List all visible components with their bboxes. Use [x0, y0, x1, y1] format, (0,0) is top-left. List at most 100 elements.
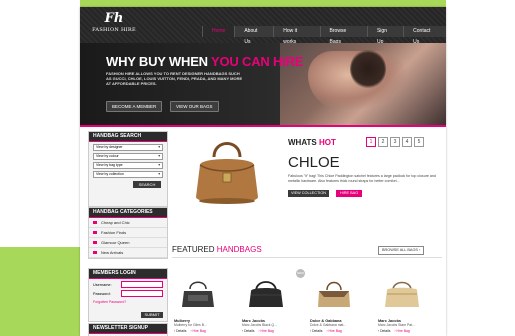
- handbag-categories-box: HANDBAG CATEGORIES Cheap and Chic Fashio…: [88, 207, 168, 259]
- handbag-categories-heading: HANDBAG CATEGORIES: [89, 208, 167, 218]
- product-card: Marc Jacobs Marc Jacobs Black Q... › Det…: [242, 277, 294, 333]
- nav-browse-bags[interactable]: Browse Bags: [319, 26, 367, 45]
- product-subtitle: Dolce & Gabbana mat...: [310, 323, 347, 328]
- product-details-link[interactable]: Details: [312, 329, 322, 333]
- product-hire-label: Hire Bag: [328, 329, 342, 334]
- featured-bag-description: Fabulous "it" bag! This Chloe Paddington…: [288, 174, 436, 183]
- forgot-password-link[interactable]: Forgotten Password?: [93, 300, 167, 304]
- chevron-down-icon: ▼: [157, 154, 161, 158]
- nav-about-us[interactable]: About Us: [234, 26, 274, 45]
- dolce-gabbana-bag-image[interactable]: [314, 277, 354, 311]
- frame-green-left: [0, 247, 80, 336]
- submit-button[interactable]: SUBMIT: [141, 312, 163, 318]
- logo-mark: Fh: [104, 11, 124, 26]
- username-label: Username:: [93, 282, 112, 287]
- model-hair: [350, 49, 386, 89]
- collection-select[interactable]: View by collection ▼: [93, 171, 163, 178]
- mulberry-bag-image[interactable]: [178, 277, 218, 311]
- whats-hot-label-part1: WHATS: [288, 138, 319, 147]
- product-links: › Details › Hire Bag: [310, 329, 342, 334]
- nav-home[interactable]: Home: [202, 26, 235, 37]
- nav-contact-us[interactable]: Contact Us: [403, 26, 446, 45]
- chloe-bag-image[interactable]: [192, 135, 262, 210]
- page-4-button[interactable]: 4: [402, 137, 412, 147]
- featured-bag-title: CHLOE: [288, 154, 340, 171]
- bag-type-select[interactable]: View by bag type ▼: [93, 162, 163, 169]
- nav-sign-up[interactable]: Sign Up: [366, 26, 404, 45]
- product-hire-link[interactable]: › Hire Bag: [326, 329, 341, 333]
- handbag-search-heading: HANDBAG SEARCH: [89, 132, 167, 142]
- hero-title-part1: WHY BUY WHEN: [106, 54, 212, 69]
- members-login-box: MEMBERS LOGIN Username: Password: Forgot…: [88, 268, 168, 322]
- colour-select-value: View by colour: [96, 154, 119, 158]
- marc-jacobs-bag-image[interactable]: [246, 277, 286, 311]
- nav-how-it-works[interactable]: How it works: [273, 26, 320, 45]
- product-hire-link[interactable]: › Hire Bag: [394, 329, 409, 333]
- hero-divider: [80, 125, 446, 127]
- new-badge: NEW: [296, 269, 305, 278]
- product-hire-label: Hire Bag: [192, 329, 206, 334]
- product-card: Mulberry Mulberry for Giles B... › Detai…: [174, 277, 226, 333]
- password-input[interactable]: [121, 290, 163, 297]
- category-fashion-finds[interactable]: Fashion Finds: [89, 228, 167, 238]
- password-label: Password:: [93, 291, 111, 296]
- whats-hot-label-part2: HOT: [318, 138, 336, 147]
- browse-all-bags-button[interactable]: BROWSE ALL BAGS ›: [378, 246, 425, 255]
- product-subtitle: Mulberry for Giles B...: [174, 323, 207, 328]
- page-5-button[interactable]: 5: [414, 137, 424, 147]
- product-links: › Details › Hire Bag: [242, 329, 274, 334]
- site-logo[interactable]: Fh FASHION HIRE: [90, 11, 138, 41]
- featured-divider: [172, 257, 442, 258]
- chevron-down-icon: ▼: [157, 172, 161, 176]
- main-nav: Home About Us How it works Browse Bags S…: [202, 26, 446, 45]
- view-collection-button[interactable]: VIEW COLLECTION: [288, 190, 330, 197]
- product-hire-label: Hire Bag: [396, 329, 410, 334]
- designer-select-value: View by designer: [96, 145, 123, 149]
- product-subtitle: Marc Jacobs Black Q...: [242, 323, 277, 328]
- become-member-button[interactable]: BECOME A MEMBER: [106, 101, 163, 112]
- colour-select[interactable]: View by colour ▼: [93, 153, 163, 160]
- category-cheap-and-chic[interactable]: Cheap and Chic: [89, 218, 167, 228]
- collection-select-value: View by collection: [96, 172, 124, 176]
- category-glamour-queen[interactable]: Glamour Queen: [89, 238, 167, 248]
- hero-description: FASHION HIRE ALLOWS YOU TO RENT DESIGNER…: [106, 71, 243, 86]
- chevron-down-icon: ▼: [157, 145, 161, 149]
- newsletter-box: NEWSLETTER SIGNUP: [88, 323, 168, 336]
- featured-label-part1: FEATURED: [172, 245, 217, 254]
- product-details-link[interactable]: Details: [380, 329, 390, 333]
- product-details-link[interactable]: Details: [176, 329, 186, 333]
- username-row: Username:: [93, 281, 163, 288]
- category-new-arrivals[interactable]: New Arrivals: [89, 248, 167, 258]
- password-row: Password:: [93, 290, 163, 297]
- product-card: Dolce & Gabbana Dolce & Gabbana mat... ›…: [310, 277, 362, 333]
- page-3-button[interactable]: 3: [390, 137, 400, 147]
- members-login-heading: MEMBERS LOGIN: [89, 269, 167, 279]
- hero-title: WHY BUY WHEN YOU CAN HIRE: [106, 54, 303, 69]
- product-links: › Details › Hire Bag: [378, 329, 410, 334]
- featured-handbags-heading: FEATURED HANDBAGS: [172, 245, 262, 254]
- username-input[interactable]: [121, 281, 163, 288]
- handbag-search-box: HANDBAG SEARCH View by designer ▼ View by…: [88, 131, 168, 207]
- designer-select[interactable]: View by designer ▼: [93, 144, 163, 151]
- logo-text: FASHION HIRE: [92, 27, 136, 33]
- browse-all-bags-label: BROWSE ALL BAGS: [382, 248, 418, 252]
- hire-bag-button[interactable]: HIRE BAG: [336, 190, 363, 197]
- search-button[interactable]: SEARCH: [133, 181, 161, 188]
- product-details-link[interactable]: Details: [244, 329, 254, 333]
- page-2-button[interactable]: 2: [378, 137, 388, 147]
- frame-green-top: [80, 0, 446, 7]
- website-page: Fh FASHION HIRE Home About Us How it wor…: [80, 7, 446, 336]
- product-hire-link[interactable]: › Hire Bag: [190, 329, 205, 333]
- view-our-bags-button[interactable]: VIEW OUR BAGS: [170, 101, 219, 112]
- product-hire-link[interactable]: › Hire Bag: [258, 329, 273, 333]
- product-hire-label: Hire Bag: [260, 329, 274, 334]
- marc-jacobs-stam-bag-image[interactable]: [382, 277, 422, 311]
- product-links: › Details › Hire Bag: [174, 329, 206, 334]
- hero-title-part2: YOU CAN HIRE: [211, 54, 304, 69]
- bag-type-select-value: View by bag type: [96, 163, 123, 167]
- page-1-button[interactable]: 1: [366, 137, 376, 147]
- chevron-down-icon: ▼: [157, 163, 161, 167]
- site-header: Fh FASHION HIRE Home About Us How it wor…: [80, 7, 446, 45]
- hero-model-photo: [280, 43, 446, 125]
- whats-hot-pager: 1 2 3 4 5: [366, 137, 426, 147]
